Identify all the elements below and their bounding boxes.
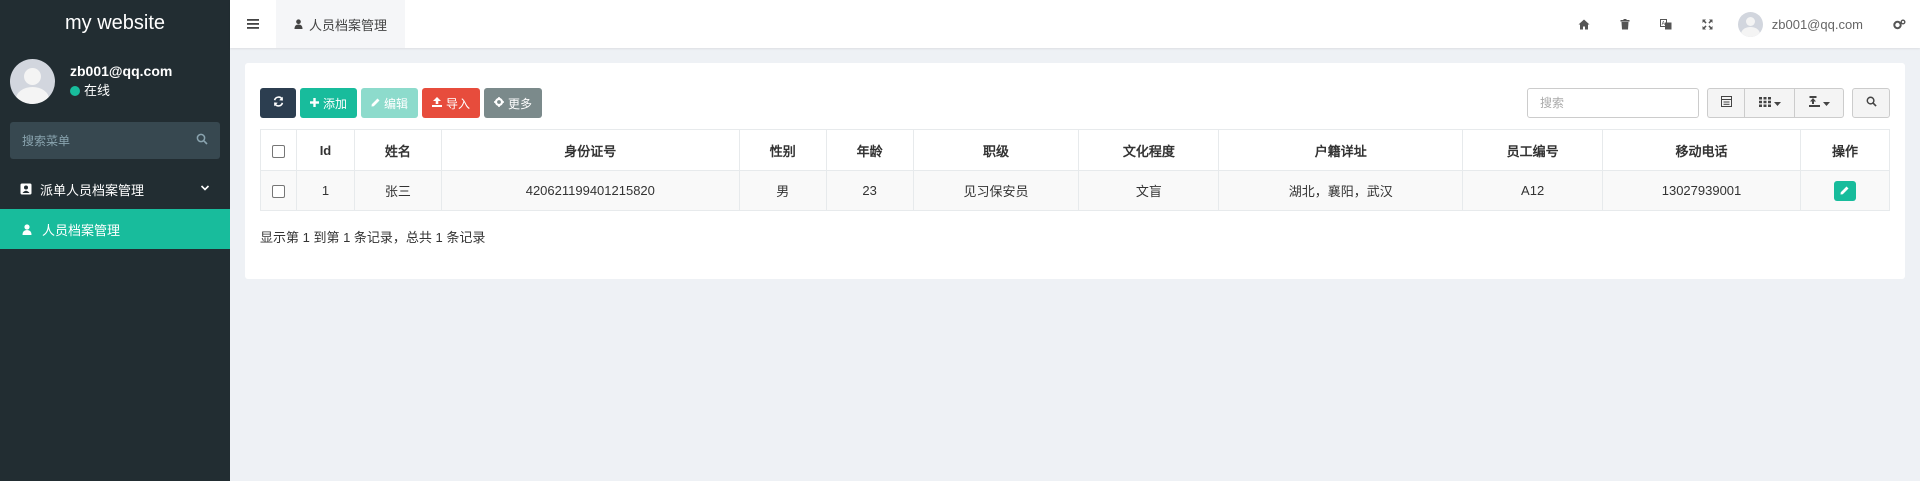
cell-education: 文盲 bbox=[1078, 170, 1220, 211]
table-row[interactable]: 1 张三 420621199401215820 男 23 见习保安员 文盲 湖北… bbox=[260, 170, 1891, 211]
cell-age: 23 bbox=[825, 170, 914, 211]
staff-table: Id 姓名 身份证号 性别 年龄 职级 文化程度 户籍详址 员工编号 移动电话 … bbox=[260, 129, 1891, 211]
chevron-down-icon bbox=[200, 183, 210, 195]
online-dot-icon bbox=[70, 86, 80, 96]
sidebar-item-staff-archives[interactable]: 人员档案管理 bbox=[0, 209, 230, 249]
more-label: 更多 bbox=[508, 96, 533, 111]
pagination-info: 显示第 1 到第 1 条记录，总共 1 条记录 bbox=[260, 230, 486, 245]
user-icon bbox=[294, 19, 303, 29]
search-button[interactable] bbox=[1852, 88, 1890, 118]
column-header[interactable]: Id bbox=[295, 129, 355, 171]
avatar bbox=[1737, 11, 1763, 37]
cell-idcard: 420621199401215820 bbox=[440, 170, 740, 211]
column-header[interactable]: 移动电话 bbox=[1602, 129, 1801, 171]
column-header[interactable]: 职级 bbox=[912, 129, 1080, 171]
column-header[interactable]: 性别 bbox=[738, 129, 827, 171]
caret-down-icon bbox=[1773, 98, 1781, 109]
translate-icon[interactable]: A bbox=[1646, 0, 1687, 48]
search-icon bbox=[196, 133, 208, 148]
sidebar-item-label: 派单人员档案管理 bbox=[40, 182, 145, 198]
tab-staff-archives[interactable]: 人员档案管理 bbox=[276, 0, 406, 48]
column-header[interactable]: 年龄 bbox=[825, 129, 914, 171]
add-button[interactable]: 添加 bbox=[300, 88, 358, 118]
row-select-cell bbox=[260, 170, 297, 211]
pencil-icon bbox=[371, 96, 380, 110]
refresh-button[interactable] bbox=[260, 88, 296, 118]
contact-card-icon bbox=[20, 183, 34, 195]
user-panel: zb001@qq.com 在线 bbox=[0, 46, 230, 116]
online-status: 在线 bbox=[70, 81, 172, 101]
cell-id: 1 bbox=[295, 170, 355, 211]
brand-logo[interactable]: my website bbox=[0, 0, 230, 46]
row-edit-button[interactable] bbox=[1833, 180, 1856, 201]
pencil-icon bbox=[1840, 183, 1849, 198]
table-header-row: Id 姓名 身份证号 性别 年龄 职级 文化程度 户籍详址 员工编号 移动电话 … bbox=[260, 129, 1891, 171]
home-icon[interactable] bbox=[1564, 0, 1605, 48]
menu-toggle-icon[interactable] bbox=[230, 0, 276, 48]
edit-button[interactable]: 编辑 bbox=[361, 88, 419, 118]
cell-address: 湖北，襄阳，武汉 bbox=[1218, 170, 1464, 211]
column-header[interactable]: 身份证号 bbox=[440, 129, 740, 171]
column-header[interactable]: 文化程度 bbox=[1078, 129, 1220, 171]
cell-actions bbox=[1799, 170, 1891, 211]
toggle-view-button[interactable] bbox=[1707, 88, 1744, 118]
user-menu[interactable]: zb001@qq.com bbox=[1728, 11, 1879, 37]
search-icon bbox=[1866, 96, 1877, 110]
column-header: 操作 bbox=[1799, 129, 1891, 171]
cell-name: 张三 bbox=[353, 170, 442, 211]
caret-down-icon bbox=[1822, 98, 1830, 109]
trash-icon[interactable] bbox=[1605, 0, 1646, 48]
import-button[interactable]: 导入 bbox=[422, 88, 481, 118]
table-toolbar: 添加 编辑 导入 更多 bbox=[260, 88, 543, 118]
download-icon bbox=[1808, 96, 1820, 110]
export-dropdown-button[interactable] bbox=[1794, 88, 1844, 118]
user-name: zb001@qq.com bbox=[70, 63, 173, 79]
grid-icon bbox=[1758, 96, 1771, 110]
cell-emp-no: A12 bbox=[1462, 170, 1604, 211]
table-view-icon bbox=[1720, 96, 1732, 110]
header-user-name: zb001@qq.com bbox=[1771, 16, 1863, 32]
column-header[interactable]: 姓名 bbox=[353, 129, 442, 171]
view-button-group bbox=[1707, 88, 1844, 118]
sidebar-item-dispatch-archives[interactable]: 派单人员档案管理 bbox=[0, 169, 230, 209]
online-status-label: 在线 bbox=[84, 83, 111, 98]
select-all-checkbox[interactable] bbox=[271, 144, 285, 158]
menu-search-input[interactable]: 搜索菜单 bbox=[10, 122, 220, 159]
refresh-icon bbox=[273, 96, 284, 110]
settings-icon[interactable] bbox=[1879, 0, 1920, 48]
search-input[interactable] bbox=[1527, 88, 1699, 118]
sidebar: my website zb001@qq.com 在线 搜索菜单 派单人员档案管理… bbox=[0, 0, 230, 481]
cell-gender: 男 bbox=[738, 170, 827, 211]
table-right-tools bbox=[1527, 88, 1890, 118]
cell-rank: 见习保安员 bbox=[912, 170, 1080, 211]
column-header[interactable]: 户籍详址 bbox=[1218, 129, 1464, 171]
upload-icon bbox=[432, 96, 443, 110]
column-header[interactable]: 员工编号 bbox=[1462, 129, 1604, 171]
fullscreen-icon[interactable] bbox=[1687, 0, 1728, 48]
add-label: 添加 bbox=[323, 96, 348, 111]
tab-label: 人员档案管理 bbox=[309, 17, 388, 33]
plus-icon bbox=[310, 96, 319, 110]
more-button[interactable]: 更多 bbox=[484, 88, 543, 118]
menu-search-placeholder: 搜索菜单 bbox=[22, 134, 71, 148]
sidebar-item-label: 人员档案管理 bbox=[42, 222, 121, 238]
cell-phone: 13027939001 bbox=[1602, 170, 1801, 211]
select-all-cell bbox=[260, 129, 297, 171]
svg-text:A: A bbox=[1662, 21, 1666, 27]
top-navbar: 人员档案管理 A zb001@qq.com bbox=[230, 0, 1920, 48]
row-checkbox[interactable] bbox=[271, 185, 285, 199]
gear-icon bbox=[494, 96, 505, 110]
edit-label: 编辑 bbox=[384, 96, 409, 111]
user-icon bbox=[22, 223, 36, 235]
import-label: 导入 bbox=[446, 96, 471, 111]
columns-dropdown-button[interactable] bbox=[1744, 88, 1794, 118]
avatar bbox=[10, 58, 55, 104]
content-panel: 添加 编辑 导入 更多 搜索 Id 姓名 身份证号 性别 年龄 职级 文化程度 … bbox=[245, 63, 1905, 279]
